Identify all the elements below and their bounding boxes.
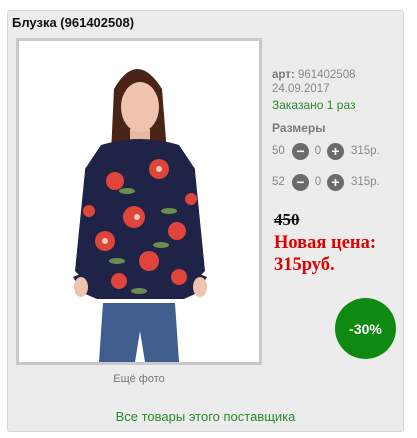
more-photos-link[interactable]: Ещё фото: [16, 373, 262, 385]
article-label: арт:: [272, 69, 295, 81]
quantity-value: 0: [314, 176, 322, 188]
all-supplier-products-link[interactable]: Все товары этого поставщика: [7, 409, 404, 424]
size-price: 315р.: [351, 176, 380, 188]
minus-circle-icon[interactable]: −: [292, 173, 309, 191]
product-photo-image: [19, 41, 259, 362]
size-value: 52: [272, 176, 285, 188]
minus-circle-icon[interactable]: −: [292, 142, 309, 160]
discount-badge: -30%: [335, 298, 396, 359]
plus-circle-icon[interactable]: +: [327, 173, 344, 191]
article-date: 24.09.2017: [272, 83, 330, 95]
size-row: 50 − 0 + 315р.: [272, 142, 380, 160]
plus-circle-icon[interactable]: +: [327, 142, 344, 160]
quantity-value: 0: [314, 145, 322, 157]
new-price-block: Новая цена: 315руб.: [274, 232, 384, 276]
old-price: 450: [274, 210, 300, 229]
new-price-label: Новая цена:: [274, 233, 376, 253]
product-title: Блузка (961402508): [12, 15, 135, 30]
size-price: 315р.: [351, 145, 380, 157]
sizes-heading: Размеры: [272, 121, 326, 135]
product-photo[interactable]: [16, 38, 262, 365]
size-row: 52 − 0 + 315р.: [272, 173, 380, 191]
article-info: арт: 961402508 24.09.2017: [272, 68, 356, 96]
size-value: 50: [272, 145, 285, 157]
new-price-value: 315руб.: [274, 255, 335, 275]
article-number: 961402508: [297, 69, 356, 81]
ordered-count: Заказано 1 раз: [272, 98, 356, 112]
